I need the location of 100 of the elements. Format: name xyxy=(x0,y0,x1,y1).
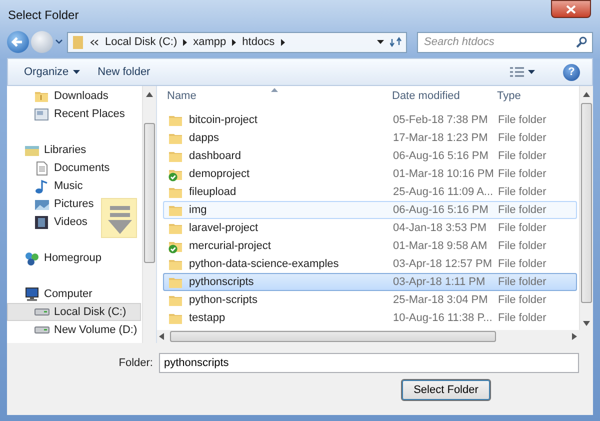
chevron-down-icon[interactable] xyxy=(55,39,63,45)
drive-icon xyxy=(34,326,50,334)
file-row[interactable]: laravel-project 04-Jan-18 3:53 PM File folder xyxy=(163,219,577,237)
file-row[interactable]: pythonscripts 03-Apr-18 1:11 PM File folder xyxy=(163,273,577,291)
file-type: File folder xyxy=(497,293,548,308)
recent-places-icon xyxy=(34,106,50,122)
film-icon xyxy=(34,214,50,230)
window-title: Select Folder xyxy=(7,7,79,24)
new-folder-button[interactable]: New folder xyxy=(94,62,154,82)
date-modified: 01-Mar-18 9:58 AM xyxy=(392,239,488,254)
file-row[interactable]: img 06-Aug-16 5:16 PM File folder xyxy=(163,201,577,219)
scroll-right-arrow-icon[interactable] xyxy=(572,333,577,340)
file-type: File folder xyxy=(497,167,548,182)
caret-icon xyxy=(72,70,80,74)
scroll-down-arrow-icon[interactable] xyxy=(583,321,590,326)
sidebar-item[interactable]: Videos xyxy=(7,213,141,231)
music-note-icon xyxy=(34,178,50,194)
address-bar[interactable]: Local Disk (C:) xampp htdocs xyxy=(67,32,407,52)
file-row[interactable]: fileupload 25-Aug-16 11:09 A... File folder xyxy=(163,183,577,201)
column-header[interactable]: Name xyxy=(163,88,388,104)
date-modified: 25-Aug-16 11:09 A... xyxy=(392,185,494,200)
sidebar-item[interactable]: Downloads xyxy=(7,87,141,105)
date-modified: 06-Aug-16 5:16 PM xyxy=(392,149,490,164)
select-folder-button[interactable]: Select Folder xyxy=(401,379,491,401)
date-modified: 25-Mar-18 3:04 PM xyxy=(392,293,489,308)
file-name: bitcoin-project xyxy=(189,113,258,128)
dropdown-arrow-icon[interactable] xyxy=(377,40,384,44)
breadcrumb[interactable]: htdocs xyxy=(242,34,275,50)
search-icon[interactable] xyxy=(575,36,589,48)
column-header[interactable]: Type xyxy=(493,88,578,104)
file-name: dapps xyxy=(189,131,219,146)
date-modified: 03-Apr-18 1:11 PM xyxy=(392,275,486,290)
breadcrumb[interactable]: Local Disk (C:) xyxy=(105,34,178,50)
list-view-icon xyxy=(510,66,524,78)
file-row[interactable]: testapp 10-Aug-16 11:38 P... File folder xyxy=(163,309,577,327)
sidebar-item[interactable]: Homegroup xyxy=(7,249,141,267)
date-modified: 03-Apr-18 12:57 PM xyxy=(392,257,494,272)
sort-arrow-icon xyxy=(271,88,278,92)
scroll-thumb[interactable] xyxy=(144,123,155,263)
document-icon xyxy=(34,160,50,176)
file-name: python-scripts xyxy=(189,293,258,308)
date-modified: 10-Aug-16 11:38 P... xyxy=(392,311,494,326)
sidebar-item[interactable]: Local Disk (C:) xyxy=(7,303,141,321)
file-type: File folder xyxy=(497,239,548,254)
file-name: dashboard xyxy=(189,149,241,164)
sidebar-item[interactable]: Computer xyxy=(7,285,141,303)
file-row[interactable]: python-data-science-examples 03-Apr-18 12:57 PM File folder xyxy=(163,255,577,273)
file-name: pythonscripts xyxy=(189,275,254,290)
file-row[interactable]: dapps 17-Mar-18 1:23 PM File folder xyxy=(163,129,577,147)
breadcrumb-arrow-icon[interactable] xyxy=(232,38,236,46)
file-type: File folder xyxy=(497,149,548,164)
file-name: python-data-science-examples xyxy=(189,257,339,272)
close-button[interactable] xyxy=(551,0,591,18)
sidebar-item[interactable]: Documents xyxy=(7,159,141,177)
file-row[interactable]: python-scripts 25-Mar-18 3:04 PM File folder xyxy=(163,291,577,309)
file-row[interactable]: demoproject 01-Mar-18 10:16 PM File folder xyxy=(163,165,577,183)
field-label: Folder: xyxy=(118,356,153,371)
file-name: testapp xyxy=(189,311,226,326)
caret-icon xyxy=(528,70,535,74)
overflow-chevron-icon[interactable] xyxy=(90,38,99,46)
sidebar-item[interactable]: Music xyxy=(7,177,141,195)
close-icon xyxy=(566,4,576,14)
date-modified: 06-Aug-16 5:16 PM xyxy=(392,203,490,218)
column-header[interactable]: Date modified xyxy=(388,88,493,104)
file-name: laravel-project xyxy=(189,221,258,236)
folder-field[interactable]: pythonscripts xyxy=(159,353,579,373)
file-type: File folder xyxy=(497,311,548,326)
sidebar-item[interactable]: Pictures xyxy=(7,195,141,213)
file-row[interactable]: mercurial-project 01-Mar-18 9:58 AM File folder xyxy=(163,237,577,255)
back-button[interactable] xyxy=(7,31,29,53)
sidebar-item[interactable]: Libraries xyxy=(7,141,141,159)
organize-button[interactable]: Organize xyxy=(20,62,84,82)
file-name: mercurial-project xyxy=(189,239,271,254)
file-row[interactable]: dashboard 06-Aug-16 5:16 PM File folder xyxy=(163,147,577,165)
scroll-thumb[interactable] xyxy=(170,331,496,342)
scroll-up-arrow-icon[interactable] xyxy=(583,92,590,97)
breadcrumb[interactable]: xampp xyxy=(193,34,226,50)
file-name: demoproject xyxy=(189,167,250,182)
file-type: File folder xyxy=(497,257,548,272)
file-type: File folder xyxy=(497,185,548,200)
date-modified: 04-Jan-18 3:53 PM xyxy=(392,221,488,236)
sidebar-item[interactable]: New Volume (D:) xyxy=(7,321,141,339)
file-type: File folder xyxy=(497,221,548,236)
computer-icon xyxy=(24,286,40,302)
scroll-up-arrow-icon[interactable] xyxy=(146,92,153,97)
scroll-thumb[interactable] xyxy=(581,103,592,303)
date-modified: 05-Feb-18 7:38 PM xyxy=(392,113,489,128)
breadcrumb-arrow-icon[interactable] xyxy=(280,38,285,46)
file-type: File folder xyxy=(497,275,548,290)
scroll-left-arrow-icon[interactable] xyxy=(159,333,164,340)
drive-icon xyxy=(34,308,50,316)
file-type: File folder xyxy=(497,113,548,128)
file-name: fileupload xyxy=(189,185,236,200)
date-modified: 17-Mar-18 1:23 PM xyxy=(392,131,489,146)
sidebar-item[interactable]: Recent Places xyxy=(7,105,141,123)
refresh-icon[interactable] xyxy=(390,37,402,47)
file-type: File folder xyxy=(497,203,548,218)
file-row[interactable]: bitcoin-project 05-Feb-18 7:38 PM File folder xyxy=(163,111,577,129)
search-field[interactable]: Search htdocs xyxy=(417,32,593,52)
breadcrumb-arrow-icon[interactable] xyxy=(183,38,188,46)
